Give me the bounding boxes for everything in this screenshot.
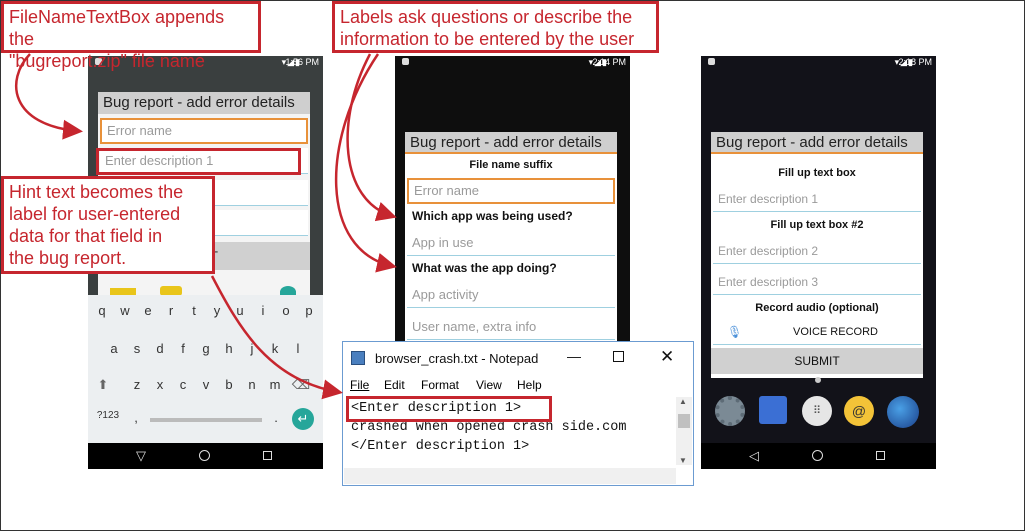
arrow-filename-to-field — [15, 53, 83, 140]
arrow-labels-to-which-app — [346, 53, 397, 222]
arrow-labels-to-what-doing — [334, 53, 397, 273]
arrow-hint-to-notepad — [210, 275, 343, 400]
annotation-arrows — [15, 53, 397, 400]
